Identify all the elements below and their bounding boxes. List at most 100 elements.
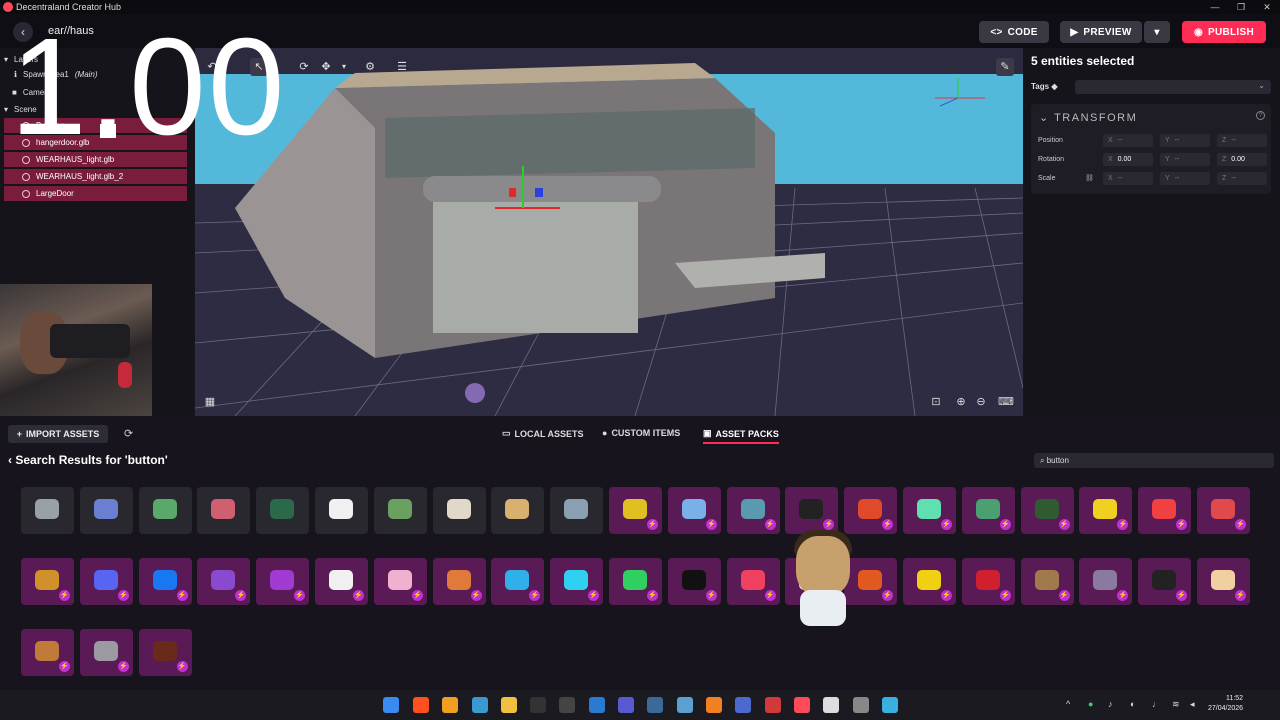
- tab-local-assets[interactable]: ▭ LOCAL ASSETS: [502, 428, 584, 439]
- chrome-icon[interactable]: [882, 697, 898, 713]
- minimize-icon[interactable]: —: [1202, 0, 1228, 14]
- asset-tile[interactable]: ⚡: [79, 558, 133, 605]
- asset-tile[interactable]: ⚡: [961, 487, 1015, 534]
- app-icon[interactable]: [530, 697, 546, 713]
- asset-tile[interactable]: ⚡: [667, 558, 721, 605]
- discord-icon[interactable]: [618, 697, 634, 713]
- edit-pencil-icon[interactable]: ✎: [996, 58, 1014, 76]
- preview-button[interactable]: ▶ PREVIEW: [1060, 21, 1142, 43]
- asset-tile[interactable]: ⚡: [21, 629, 74, 676]
- start-icon[interactable]: [383, 697, 399, 713]
- asset-tile[interactable]: ⚡: [609, 487, 662, 534]
- keyboard-icon[interactable]: ⌨: [997, 393, 1015, 411]
- tray-expand-icon[interactable]: ^: [1066, 699, 1070, 709]
- explorer-icon[interactable]: [501, 697, 517, 713]
- app4-icon[interactable]: [735, 697, 751, 713]
- tree-item-largedoor[interactable]: LargeDoor: [4, 186, 187, 201]
- creator-hub-icon[interactable]: [794, 697, 810, 713]
- asset-tile[interactable]: ⚡: [197, 558, 251, 605]
- position-z-field[interactable]: Z --: [1217, 134, 1267, 147]
- asset-tile[interactable]: [432, 487, 486, 534]
- code-button[interactable]: <> CODE: [979, 21, 1049, 43]
- asset-tile[interactable]: ⚡: [373, 558, 427, 605]
- preview-dropdown-button[interactable]: ▾: [1144, 21, 1170, 43]
- app5-icon[interactable]: [765, 697, 781, 713]
- asset-tile[interactable]: ⚡: [21, 558, 74, 605]
- asset-tile[interactable]: ⚡: [1197, 487, 1250, 534]
- asset-tile[interactable]: ⚡: [432, 558, 486, 605]
- rotation-x-field[interactable]: X 0.00: [1103, 153, 1153, 166]
- vscode-icon[interactable]: [589, 697, 605, 713]
- grid-view-icon[interactable]: ▦: [201, 393, 219, 411]
- blender-icon[interactable]: [706, 697, 722, 713]
- asset-tile[interactable]: ⚡: [844, 487, 898, 534]
- asset-tile[interactable]: ⚡: [726, 487, 780, 534]
- asset-tile[interactable]: ⚡: [550, 558, 604, 605]
- position-x-field[interactable]: X --: [1103, 134, 1153, 147]
- asset-tile[interactable]: ⚡: [79, 629, 133, 676]
- asset-tile[interactable]: ⚡: [256, 558, 310, 605]
- search-input[interactable]: ⌕ button: [1034, 453, 1274, 468]
- import-assets-button[interactable]: + IMPORT ASSETS: [8, 425, 108, 443]
- transform-header[interactable]: ⌄ TRANSFORM: [1039, 111, 1137, 124]
- scene-viewport[interactable]: ↶ ↖ ⟳ ✥ ▾ ⚙ ☰ ✎ ▦ ⊡ ⊕ ⊖ ⌨: [195, 48, 1023, 416]
- asset-tile[interactable]: ⚡: [138, 558, 192, 605]
- asset-tile[interactable]: ⚡: [138, 629, 192, 676]
- close-icon[interactable]: ✕: [1254, 0, 1280, 14]
- volume-icon[interactable]: ♪: [1108, 699, 1113, 709]
- asset-tile[interactable]: [197, 487, 251, 534]
- tags-select[interactable]: ⌄: [1075, 80, 1271, 94]
- brave-icon[interactable]: [413, 697, 429, 713]
- asset-tile[interactable]: [256, 487, 310, 534]
- zoom-out-icon[interactable]: ⊖: [972, 393, 990, 411]
- asset-tile[interactable]: ⚡: [785, 487, 839, 534]
- scale-z-field[interactable]: Z --: [1217, 172, 1267, 185]
- asset-tile[interactable]: ⚡: [1020, 487, 1074, 534]
- tray-app-icon[interactable]: ◐: [1130, 699, 1135, 709]
- tree-item-light-2[interactable]: WEARHAUS_light.glb_2: [4, 169, 187, 184]
- asset-tile[interactable]: [138, 487, 192, 534]
- asset-tile[interactable]: ⚡: [1138, 558, 1192, 605]
- asset-tile[interactable]: ⚡: [1138, 487, 1192, 534]
- move-tool-icon[interactable]: ✥: [317, 58, 335, 76]
- asset-tile[interactable]: ⚡: [726, 558, 780, 605]
- asset-tile[interactable]: ⚡: [1079, 487, 1133, 534]
- refresh-icon[interactable]: ⟳: [124, 427, 133, 440]
- rotate-tool-icon[interactable]: ⟳: [295, 58, 313, 76]
- tool-dropdown-icon[interactable]: ▾: [335, 58, 353, 76]
- settings-gear-icon[interactable]: ⚙: [361, 58, 379, 76]
- asset-tile[interactable]: [315, 487, 368, 534]
- scale-y-field[interactable]: Y --: [1160, 172, 1210, 185]
- mic-icon[interactable]: ♩: [1152, 699, 1161, 709]
- tray-status-icon[interactable]: ●: [1088, 699, 1093, 709]
- app3-icon[interactable]: [677, 697, 693, 713]
- asset-tile[interactable]: ⚡: [1197, 558, 1250, 605]
- scale-x-field[interactable]: X --: [1103, 172, 1153, 185]
- speaker-icon[interactable]: ◂: [1190, 699, 1195, 710]
- asset-tile[interactable]: [491, 487, 545, 534]
- asset-tile[interactable]: [79, 487, 133, 534]
- asset-tile[interactable]: ⚡: [961, 558, 1015, 605]
- zoom-in-icon[interactable]: ⊕: [952, 393, 970, 411]
- asset-tile[interactable]: ⚡: [315, 558, 368, 605]
- info-icon[interactable]: ?: [1256, 111, 1265, 120]
- link-icon[interactable]: ⛓: [1085, 174, 1094, 182]
- terminal-icon[interactable]: [559, 697, 575, 713]
- panel-toggle-icon[interactable]: ☰: [393, 58, 411, 76]
- tab-asset-packs[interactable]: ▣ ASSET PACKS: [703, 428, 779, 444]
- rotation-z-field[interactable]: Z 0.00: [1217, 153, 1267, 166]
- search-app-icon[interactable]: [442, 697, 458, 713]
- position-y-field[interactable]: Y --: [1160, 134, 1210, 147]
- focus-icon[interactable]: ⊡: [927, 393, 945, 411]
- asset-tile[interactable]: ⚡: [491, 558, 545, 605]
- app6-icon[interactable]: [823, 697, 839, 713]
- asset-tile[interactable]: ⚡: [1020, 558, 1074, 605]
- maximize-icon[interactable]: ❐: [1228, 0, 1254, 14]
- publish-button[interactable]: ◉ PUBLISH: [1182, 21, 1266, 43]
- app2-icon[interactable]: [647, 697, 663, 713]
- asset-tile[interactable]: ⚡: [609, 558, 662, 605]
- asset-tile[interactable]: [373, 487, 427, 534]
- taskbar-clock[interactable]: 11:52 27/04/2026: [1208, 694, 1243, 714]
- app7-icon[interactable]: [853, 697, 869, 713]
- tools-icon[interactable]: [472, 697, 488, 713]
